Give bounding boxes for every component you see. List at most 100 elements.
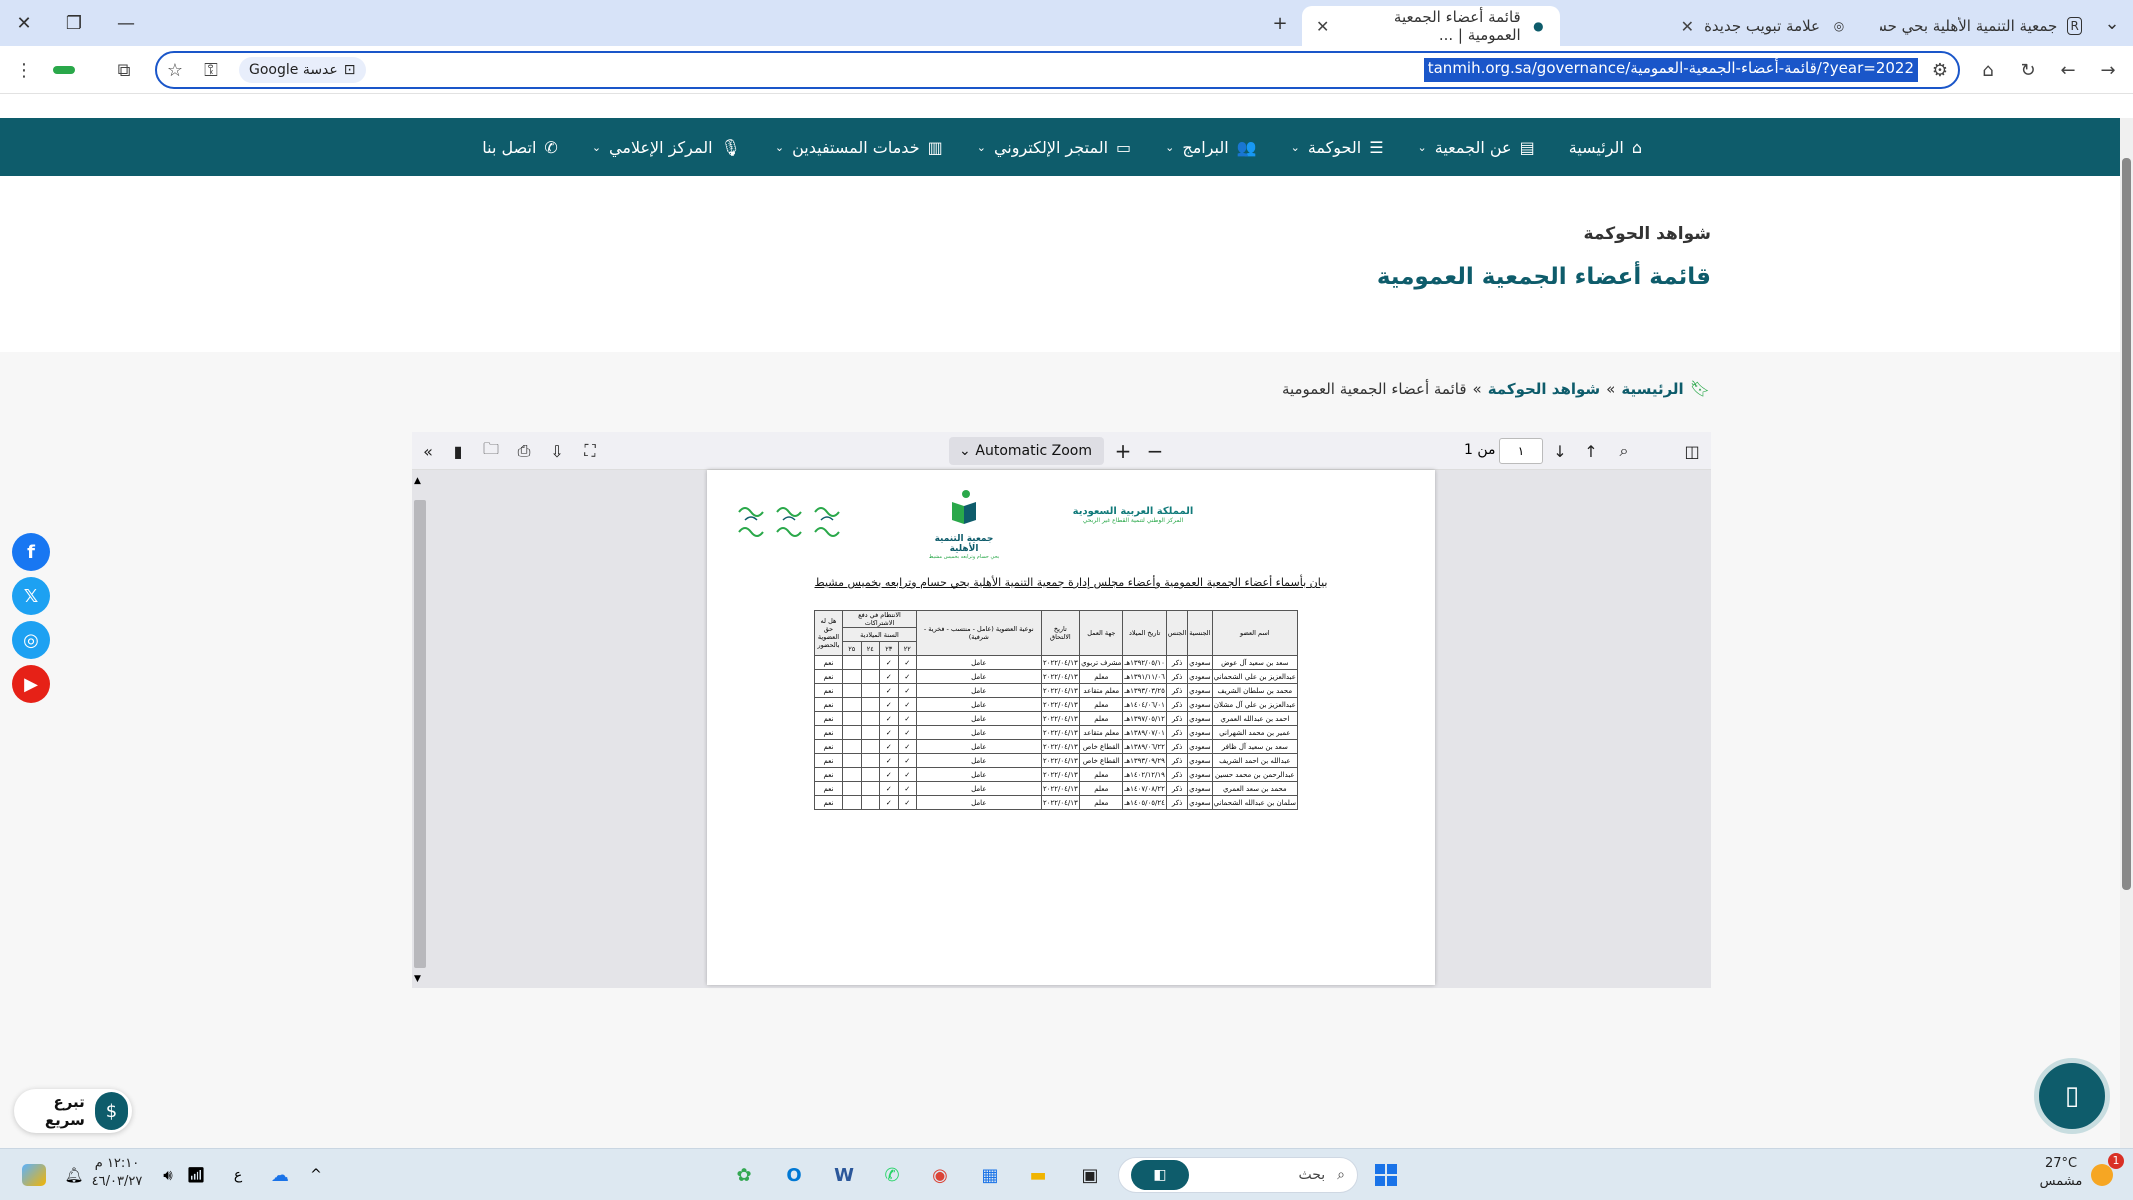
password-key-icon[interactable]: ⚿ — [197, 56, 225, 84]
start-menu-icon[interactable] — [1370, 1159, 1402, 1191]
nav-item-icon: ▭ — [1116, 137, 1132, 157]
url-text[interactable]: tanmih.org.sa/governance/قائمة-أعضاء-الج… — [1423, 58, 1918, 82]
pdf-zoom-in-icon[interactable]: + — [1111, 439, 1135, 463]
nav-item-4[interactable]: ▭ المتجر الإلكتروني ⌄ — [977, 138, 1131, 157]
tab-close-icon[interactable]: ✕ — [1316, 17, 1329, 36]
new-tab-button[interactable]: + — [1264, 8, 1296, 38]
task-view-icon[interactable]: ▣ — [1074, 1159, 1106, 1191]
nav-item-3[interactable]: 👥 البرامج ⌄ — [1165, 138, 1256, 157]
scroll-down-icon[interactable]: ▼ — [414, 974, 421, 984]
breadcrumb-section-link[interactable]: شواهد الحوكمة — [1488, 380, 1600, 398]
scroll-up-icon[interactable]: ▲ — [414, 476, 421, 486]
word-icon[interactable]: W — [828, 1159, 860, 1191]
page-scroll-thumb[interactable] — [2122, 158, 2131, 890]
pdf-tools-toggle-icon[interactable]: « — [416, 439, 440, 463]
nav-item-0[interactable]: ⌂ الرئيسية — [1569, 138, 1642, 157]
nav-item-5[interactable]: ▥ خدمات المستفيدين ⌄ — [775, 138, 943, 157]
taskbar-search[interactable]: ⌕ بحث ◧ — [1118, 1157, 1358, 1193]
nav-item-7[interactable]: ✆ اتصل بنا — [482, 138, 558, 157]
mobile-app-button[interactable]: ▯ — [2034, 1058, 2110, 1134]
quick-donate-button[interactable]: $ تبرع سريع — [14, 1089, 132, 1133]
reload-icon[interactable]: ↻ — [2014, 56, 2042, 84]
table-year-cell: ٢٤ — [860, 641, 881, 656]
breadcrumb-home-link[interactable]: الرئيسية — [1621, 380, 1683, 398]
table-cell: نعم — [814, 683, 843, 698]
pdf-search-icon[interactable]: ⌕ — [1612, 439, 1636, 463]
outlook-icon[interactable]: O — [778, 1159, 810, 1191]
table-cell: القطاع خاص — [1079, 753, 1124, 768]
onedrive-icon[interactable]: ☁ — [264, 1159, 296, 1191]
pdf-page-input[interactable]: ١ — [1499, 438, 1543, 464]
x-twitter-icon[interactable]: 𝕏 — [12, 577, 50, 615]
pdf-zoom-out-icon[interactable]: − — [1143, 439, 1167, 463]
window-restore-button[interactable]: ❐ — [58, 8, 90, 38]
taskbar-clock[interactable]: ١٢:١٠ م ٤٦/٠٣/٢٧ — [86, 1155, 148, 1191]
bookmark-star-icon[interactable]: ☆ — [161, 56, 189, 84]
volume-icon[interactable]: 🔊︎ — [152, 1159, 184, 1191]
pdf-download-icon[interactable]: ⇩ — [545, 439, 569, 463]
chevron-down-icon: ⌄ — [976, 140, 986, 154]
windows-taskbar: 27°C مشمس 1 ⌕ بحث ◧ ▣ ▬ ▦ ◉ ✆ W O ✿ ^ ☁ … — [0, 1148, 2133, 1200]
microsoft-store-icon[interactable]: ▦ — [974, 1159, 1006, 1191]
extensions-icon[interactable]: ⧉ — [110, 56, 138, 84]
nav-item-6[interactable]: 🎙 المركز الإعلامي ⌄ — [592, 138, 741, 157]
table-row: عبدالرحمن بن محمد حسين سعودي ذكر ١٤٠٢/١٢/١٩… — [814, 767, 1299, 782]
pdf-prev-page-icon[interactable]: ↑ — [1579, 439, 1603, 463]
tab-close-icon[interactable]: ✕ — [1681, 17, 1694, 36]
bookmark-icon: 🔖︎ — [1689, 379, 1710, 398]
instagram-icon[interactable]: ◎ — [12, 621, 50, 659]
google-app-icon[interactable]: ✿ — [728, 1159, 760, 1191]
table-cell: نعم — [814, 795, 843, 810]
nav-item-2[interactable]: ☰ الحوكمة ⌄ — [1291, 138, 1384, 157]
pdf-open-file-icon[interactable]: 🗀︎ — [479, 439, 503, 463]
address-bar[interactable]: ☆ ⚿ ⊡ عدسة Google tanmih.org.sa/governan… — [155, 51, 1960, 89]
table-cell: معلم متقاعد — [1079, 725, 1124, 740]
back-icon[interactable]: ← — [2054, 56, 2082, 84]
nav-item-icon: ▥ — [927, 137, 943, 157]
profile-icon[interactable] — [50, 56, 78, 84]
table-cell: ✓ — [879, 753, 899, 768]
nav-item-label: البرامج — [1182, 137, 1229, 157]
table-cell: سعودي — [1187, 697, 1213, 712]
pdf-scrollbar[interactable]: ▲ ▼ — [412, 476, 428, 984]
nav-item-1[interactable]: ▤ عن الجمعية ⌄ — [1418, 138, 1535, 157]
pdf-bookmark-icon[interactable]: ▮ — [446, 439, 470, 463]
window-minimize-button[interactable]: — — [110, 8, 142, 38]
pdf-presentation-icon[interactable]: ⛶ — [578, 439, 602, 463]
tab-search-dropdown-icon[interactable]: ⌄ — [2096, 8, 2128, 38]
wifi-icon[interactable]: 📶︎ — [180, 1159, 212, 1191]
table-row: عمير بن محمد الشهراني سعودي ذكر ١٣٨٩/٠٧/٠١ه… — [814, 725, 1299, 740]
weather-widget[interactable]: 27°C مشمس — [2034, 1155, 2088, 1191]
members-table: اسم العضو الجنسية الجنس تاريخ الميلاد جهة ال… — [814, 610, 1299, 810]
youtube-icon[interactable]: ▶ — [12, 665, 50, 703]
tab-new-tab[interactable]: ◎ علامة تبويب جديدة ✕ — [1572, 6, 1862, 46]
pdf-sidebar-toggle-icon[interactable]: ◫ — [1680, 439, 1704, 463]
whatsapp-icon[interactable]: ✆ — [876, 1159, 908, 1191]
browser-menu-icon[interactable]: ⋮ — [10, 56, 38, 84]
table-cell: ✓ — [879, 697, 899, 712]
forward-icon[interactable]: → — [2094, 56, 2122, 84]
tab-association[interactable]: R جمعية التنمية الأهلية بحي حسام و... — [1866, 6, 2096, 46]
page-scrollbar[interactable] — [2120, 118, 2133, 1148]
facebook-icon[interactable]: f — [12, 533, 50, 571]
google-lens-chip[interactable]: ⊡ عدسة Google — [239, 57, 366, 83]
pdf-scroll-thumb[interactable] — [414, 500, 426, 968]
pdf-zoom-select[interactable]: ⌄ Automatic Zoom — [949, 437, 1104, 465]
language-indicator[interactable]: ع — [222, 1159, 254, 1191]
table-cell: معلم — [1079, 781, 1124, 796]
table-header-cell: اسم العضو — [1211, 610, 1299, 656]
site-settings-icon[interactable]: ⚙ — [1926, 56, 1954, 84]
tray-chevron-icon[interactable]: ^ — [300, 1159, 332, 1191]
file-explorer-icon[interactable]: ▬ — [1022, 1159, 1054, 1191]
table-header-cell: جهة العمل — [1079, 610, 1124, 656]
chevron-down-icon: ⌄ — [1165, 140, 1175, 154]
chrome-taskbar-icon[interactable]: ◉ — [924, 1159, 956, 1191]
window-close-button[interactable]: ✕ — [8, 8, 40, 38]
pdf-next-page-icon[interactable]: ↓ — [1548, 439, 1572, 463]
pdf-print-icon[interactable]: ⎙ — [512, 439, 536, 463]
table-cell: سعودي — [1187, 655, 1213, 670]
tab-governance[interactable]: ● قائمة أعضاء الجمعية العمومية | ... ✕ — [1302, 6, 1560, 46]
home-icon[interactable]: ⌂ — [1974, 56, 2002, 84]
widgets-icon[interactable] — [18, 1159, 50, 1191]
notification-bell-icon[interactable]: 🔔︎ — [58, 1159, 90, 1191]
